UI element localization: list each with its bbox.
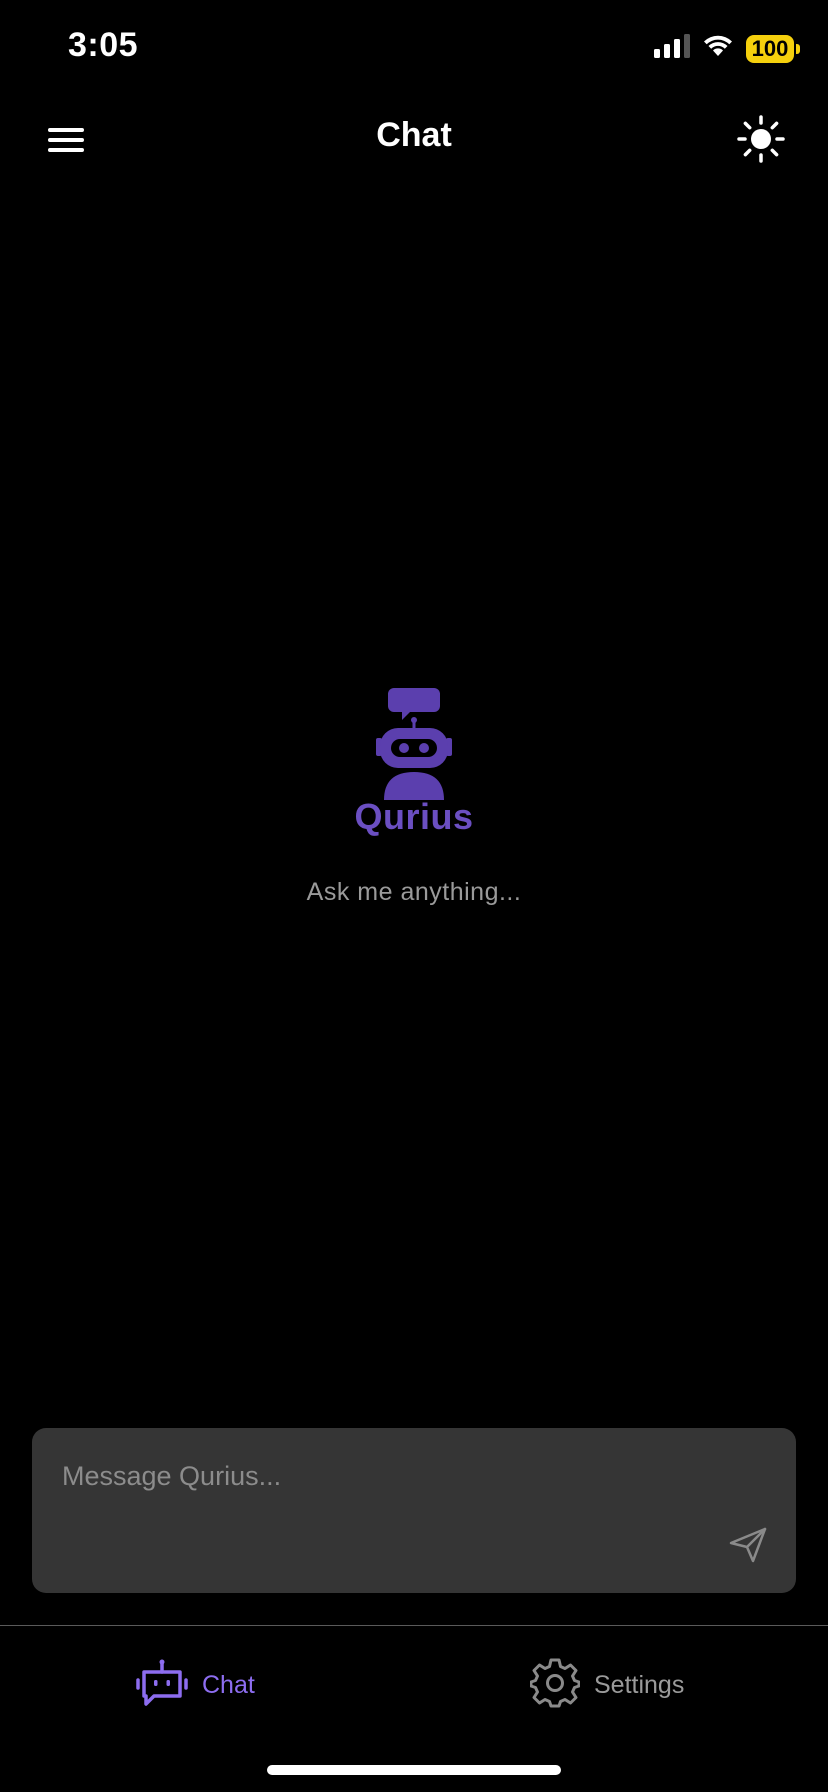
brand-name: Qurius — [354, 796, 474, 837]
tab-settings[interactable]: Settings — [529, 1658, 685, 1713]
signal-icon — [654, 34, 690, 63]
sun-icon[interactable] — [736, 114, 786, 164]
home-indicator — [267, 1765, 561, 1775]
tagline: Ask me anything... — [306, 878, 522, 906]
wifi-icon — [702, 34, 734, 63]
battery-level: 100 — [751, 35, 789, 61]
tab-chat-label: Chat — [202, 1671, 255, 1699]
app-header: Chat — [0, 100, 828, 180]
tab-settings-label: Settings — [594, 1671, 685, 1699]
robot-icon — [136, 1658, 188, 1713]
robot-chat-icon — [376, 688, 452, 800]
gear-icon — [529, 1658, 581, 1713]
battery-icon: 100 — [746, 34, 800, 63]
tab-bar: Chat Settings — [0, 1626, 828, 1746]
page-title: Chat — [376, 116, 452, 154]
message-input[interactable] — [60, 1450, 714, 1502]
status-icons: 100 — [654, 34, 800, 63]
battery-tip — [796, 43, 800, 54]
status-bar: 3:05 100 — [0, 0, 828, 100]
tab-chat[interactable]: Chat — [136, 1658, 255, 1713]
message-composer — [32, 1428, 796, 1593]
status-time: 3:05 — [68, 26, 139, 64]
empty-state: Qurius Ask me anything... — [0, 686, 828, 907]
send-icon[interactable] — [726, 1523, 770, 1567]
